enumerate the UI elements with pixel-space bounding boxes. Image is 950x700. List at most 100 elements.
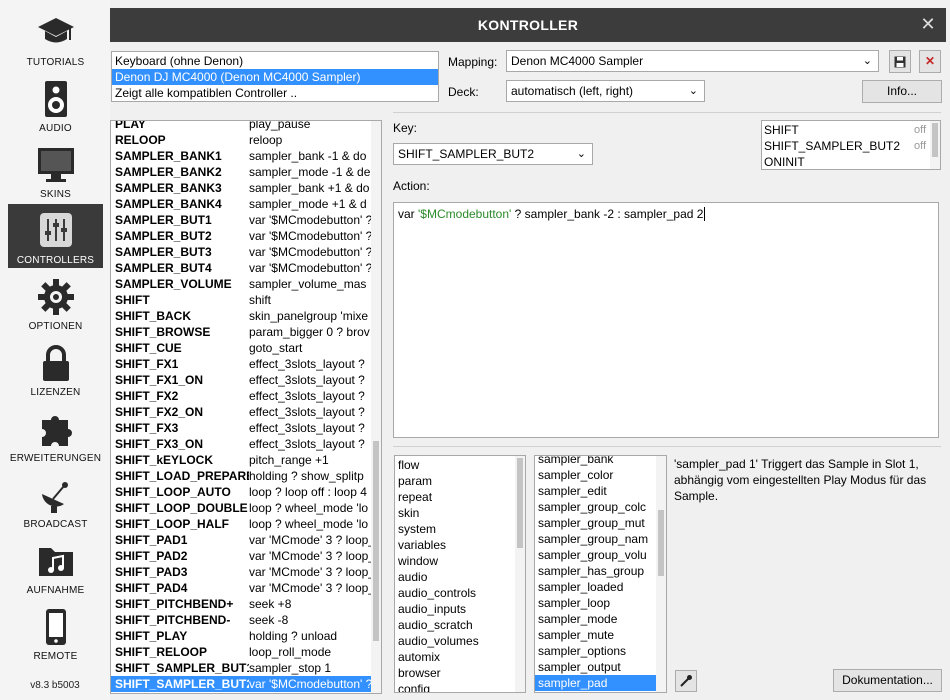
- scrollbar-thumb[interactable]: [658, 510, 664, 576]
- controller-item-selected[interactable]: Denon DJ MC4000 (Denon MC4000 Sampler): [112, 69, 438, 85]
- category-item[interactable]: skin: [395, 505, 525, 521]
- key-row-selected[interactable]: SHIFT_SAMPLER_BUT2 var '$MCmodebutton' ?: [111, 676, 373, 692]
- action-editor[interactable]: var '$MCmodebutton' ? sampler_bank -2 : …: [393, 202, 939, 438]
- key-row[interactable]: SHIFT_FX1_ON effect_3slots_layout ?: [111, 372, 373, 388]
- controller-list[interactable]: Keyboard (ohne Denon) Denon DJ MC4000 (D…: [111, 51, 439, 102]
- verb-item[interactable]: sampler_group_volu: [535, 547, 657, 563]
- sidebar-item-controllers[interactable]: CONTROLLERS: [8, 204, 103, 268]
- category-item[interactable]: config: [395, 681, 525, 692]
- verb-item[interactable]: sampler_bank: [535, 456, 657, 467]
- key-row[interactable]: SHIFT_LOOP_HALF loop ? wheel_mode 'lo: [111, 516, 373, 532]
- key-row[interactable]: SHIFT_LOOP_DOUBLE loop ? wheel_mode 'lo: [111, 500, 373, 516]
- script-category-list[interactable]: flow param repeat skin system variables window…: [394, 455, 526, 693]
- category-item[interactable]: flow: [395, 457, 525, 473]
- verb-item[interactable]: sampler_edit: [535, 483, 657, 499]
- key-row[interactable]: SAMPLER_BANK4 sampler_mode +1 & d: [111, 196, 373, 212]
- mapping-select[interactable]: Denon MC4000 Sampler ⌄: [506, 50, 879, 72]
- category-item[interactable]: audio_scratch: [395, 617, 525, 633]
- key-row[interactable]: SHIFT_BACK skin_panelgroup 'mixe: [111, 308, 373, 324]
- controller-item[interactable]: Zeigt alle kompatiblen Controller ..: [112, 85, 438, 101]
- verb-scrollbar[interactable]: [656, 456, 666, 692]
- deck-select[interactable]: automatisch (left, right) ⌄: [506, 80, 705, 102]
- key-row[interactable]: SHIFT_PLAY holding ? unload: [111, 628, 373, 644]
- verb-item[interactable]: sampler_has_group: [535, 563, 657, 579]
- key-row[interactable]: SHIFT_RELOOP loop_roll_mode: [111, 644, 373, 660]
- key-row[interactable]: SHIFT_FX1 effect_3slots_layout ?: [111, 356, 373, 372]
- sidebar-item-optionen[interactable]: OPTIONEN: [8, 270, 103, 334]
- verb-item[interactable]: sampler_group_colc: [535, 499, 657, 515]
- color-picker-button[interactable]: [675, 670, 697, 692]
- category-item[interactable]: browser: [395, 665, 525, 681]
- category-item[interactable]: system: [395, 521, 525, 537]
- verb-item[interactable]: sampler_output: [535, 659, 657, 675]
- key-row[interactable]: SHIFT_PITCHBEND-seek -8: [111, 612, 373, 628]
- sidebar-item-broadcast[interactable]: BROADCAST: [8, 468, 103, 532]
- key-row[interactable]: SHIFT_PITCHBEND+ seek +8: [111, 596, 373, 612]
- verb-item[interactable]: sampler_loaded: [535, 579, 657, 595]
- key-row[interactable]: SHIFT_LOAD_PREPARE holding ? show_splitp: [111, 468, 373, 484]
- category-item[interactable]: param: [395, 473, 525, 489]
- verb-item[interactable]: sampler_group_mut: [535, 515, 657, 531]
- category-item[interactable]: audio_volumes: [395, 633, 525, 649]
- sidebar-item-erweiterungen[interactable]: ERWEITERUNGEN: [8, 402, 103, 466]
- sidebar-item-skins[interactable]: SKINS: [8, 138, 103, 202]
- key-row[interactable]: SHIFT_PAD3 var 'MCmode' 3 ? loop_: [111, 564, 373, 580]
- category-item[interactable]: automix: [395, 649, 525, 665]
- key-row[interactable]: SHIFT_SAMPLER_BUT1 sampler_stop 1: [111, 660, 373, 676]
- key-row[interactable]: SHIFT_BROWSE param_bigger 0 ? brov: [111, 324, 373, 340]
- verb-item[interactable]: sampler_mode: [535, 611, 657, 627]
- category-item[interactable]: variables: [395, 537, 525, 553]
- verb-item-selected[interactable]: sampler_pad: [535, 675, 657, 691]
- key-row[interactable]: SHIFT_kEYLOCK pitch_range +1: [111, 452, 373, 468]
- controller-item[interactable]: Keyboard (ohne Denon): [112, 53, 438, 69]
- key-row[interactable]: SHIFT_CUE goto_start: [111, 340, 373, 356]
- key-row[interactable]: SHIFT_PAD4 var 'MCmode' 3 ? loop_: [111, 580, 373, 596]
- key-row[interactable]: SAMPLER_BANK1 sampler_bank -1 & do: [111, 148, 373, 164]
- key-row[interactable]: SAMPLER_BANK3 sampler_bank +1 & do: [111, 180, 373, 196]
- key-list-scrollbar[interactable]: [371, 121, 381, 693]
- category-item[interactable]: audio_inputs: [395, 601, 525, 617]
- category-scrollbar[interactable]: [515, 456, 525, 692]
- category-item[interactable]: audio: [395, 569, 525, 585]
- verb-item[interactable]: sampler_group_nam: [535, 531, 657, 547]
- save-mapping-button[interactable]: [889, 50, 911, 73]
- close-icon[interactable]: ✕: [918, 14, 938, 34]
- key-row[interactable]: RELOOP reloop: [111, 132, 373, 148]
- modifier-row[interactable]: ONINIT: [764, 154, 938, 170]
- key-row[interactable]: SHIFT_FX2 effect_3slots_layout ?: [111, 388, 373, 404]
- scrollbar-thumb[interactable]: [517, 458, 523, 548]
- modifier-scrollbar[interactable]: [930, 121, 940, 169]
- scrollbar-thumb[interactable]: [932, 123, 938, 157]
- script-verb-list[interactable]: sampler_bank sampler_color sampler_edit sam…: [534, 455, 667, 693]
- verb-item[interactable]: sampler_loop: [535, 595, 657, 611]
- key-row[interactable]: SHIFT shift: [111, 292, 373, 308]
- modifier-list[interactable]: SHIFT off SHIFT_SAMPLER_BUT2 off ONINIT: [761, 120, 941, 170]
- key-row[interactable]: SAMPLER_BUT4 var '$MCmodebutton' ?: [111, 260, 373, 276]
- verb-item[interactable]: sampler_mute: [535, 627, 657, 643]
- key-row[interactable]: SHIFT_FX3_ON effect_3slots_layout ?: [111, 436, 373, 452]
- key-action-list[interactable]: PLAY play_pause RELOOP reloop SAMPLER_BANK1 s…: [110, 120, 382, 694]
- verb-item[interactable]: sampler_color: [535, 467, 657, 483]
- key-row[interactable]: SAMPLER_BUT2 var '$MCmodebutton' ?: [111, 228, 373, 244]
- key-row[interactable]: SHIFT_FX2_ON effect_3slots_layout ?: [111, 404, 373, 420]
- key-select[interactable]: SHIFT_SAMPLER_BUT2 ⌄: [393, 143, 593, 165]
- sidebar-item-tutorials[interactable]: TUTORIALS: [8, 6, 103, 70]
- key-row[interactable]: SHIFT_FX3 effect_3slots_layout ?: [111, 420, 373, 436]
- category-item[interactable]: window: [395, 553, 525, 569]
- scrollbar-thumb[interactable]: [373, 441, 379, 641]
- modifier-row[interactable]: SHIFT off: [764, 122, 938, 138]
- documentation-button[interactable]: Dokumentation...: [833, 669, 942, 692]
- key-row[interactable]: SHIFT_PAD2 var 'MCmode' 3 ? loop_: [111, 548, 373, 564]
- key-row[interactable]: SAMPLER_BUT1 var '$MCmodebutton' ?: [111, 212, 373, 228]
- sidebar-item-aufnahme[interactable]: AUFNAHME: [8, 534, 103, 598]
- key-row[interactable]: SAMPLER_BANK2 sampler_mode -1 & de: [111, 164, 373, 180]
- category-item[interactable]: audio_controls: [395, 585, 525, 601]
- key-row[interactable]: PLAY play_pause: [111, 121, 373, 132]
- sidebar-item-remote[interactable]: REMOTE: [8, 600, 103, 664]
- verb-item[interactable]: sampler_options: [535, 643, 657, 659]
- modifier-row[interactable]: SHIFT_SAMPLER_BUT2 off: [764, 138, 938, 154]
- info-button[interactable]: Info...: [862, 80, 942, 103]
- sidebar-item-lizenzen[interactable]: LIZENZEN: [8, 336, 103, 400]
- delete-mapping-button[interactable]: ✕: [919, 50, 941, 73]
- key-row[interactable]: SHIFT_LOOP_AUTO loop ? loop off : loop 4: [111, 484, 373, 500]
